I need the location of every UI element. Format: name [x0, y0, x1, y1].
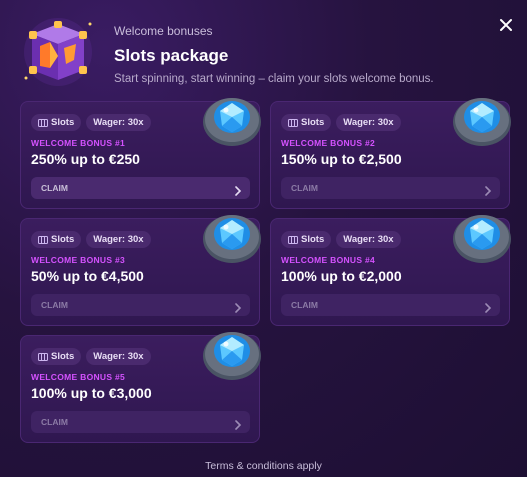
bonus-amount: 100% up to €2,000 [281, 268, 402, 284]
bonus-label: WELCOME BONUS #3 [31, 255, 126, 265]
blue-gem-icon [449, 86, 515, 152]
claim-button[interactable]: CLAIM [31, 294, 250, 316]
claim-label: CLAIM [41, 300, 68, 310]
bonus-label: WELCOME BONUS #1 [31, 138, 126, 148]
slots-tag: Slots [281, 114, 332, 131]
blue-gem-icon [449, 203, 515, 269]
slots-icon [38, 352, 48, 361]
chevron-right-icon [234, 417, 242, 430]
wager-tag: Wager: 30x [86, 114, 151, 131]
chevron-right-icon [484, 300, 492, 313]
bonus-card-1: Slots Wager: 30x WELCOME BONUS #1 250% u… [20, 98, 261, 209]
page-subtitle: Start spinning, start winning – claim yo… [114, 73, 434, 85]
bonus-label: WELCOME BONUS #5 [31, 372, 126, 382]
eyebrow-text: Welcome bonuses [114, 24, 213, 38]
chevron-right-icon [484, 183, 492, 196]
bonus-card-3: Slots Wager: 30x WELCOME BONUS #3 50% up… [20, 215, 261, 326]
blue-gem-icon [199, 320, 265, 386]
slots-icon [288, 118, 298, 127]
slots-tag-label: Slots [301, 234, 325, 245]
slots-tag: Slots [31, 231, 82, 248]
wager-tag: Wager: 30x [336, 231, 401, 248]
claim-button[interactable]: CLAIM [281, 177, 500, 199]
close-icon[interactable] [495, 14, 517, 36]
slots-tag-label: Slots [51, 117, 75, 128]
bonus-card-5: Slots Wager: 30x WELCOME BONUS #5 100% u… [20, 332, 261, 443]
claim-button[interactable]: CLAIM [31, 177, 250, 199]
terms-link[interactable]: Terms & conditions apply [0, 460, 527, 472]
slots-tag-label: Slots [301, 117, 325, 128]
claim-label: CLAIM [41, 183, 68, 193]
wager-tag: Wager: 30x [86, 348, 151, 365]
bonus-amount: 150% up to €2,500 [281, 151, 402, 167]
claim-button[interactable]: CLAIM [31, 411, 250, 433]
slots-tag: Slots [31, 348, 82, 365]
treasure-chest-icon [18, 16, 98, 88]
bonus-amount: 100% up to €3,000 [31, 385, 152, 401]
claim-label: CLAIM [41, 417, 68, 427]
page-title: Slots package [114, 46, 229, 65]
chevron-right-icon [234, 300, 242, 313]
bonus-card-4: Slots Wager: 30x WELCOME BONUS #4 100% u… [270, 215, 511, 326]
wager-tag: Wager: 30x [336, 114, 401, 131]
slots-tag: Slots [31, 114, 82, 131]
blue-gem-icon [199, 203, 265, 269]
slots-tag-label: Slots [51, 234, 75, 245]
header: Welcome bonuses Slots package Start spin… [114, 24, 434, 85]
slots-icon [38, 235, 48, 244]
bonus-label: WELCOME BONUS #2 [281, 138, 376, 148]
slots-icon [288, 235, 298, 244]
bonus-amount: 50% up to €4,500 [31, 268, 144, 284]
claim-button[interactable]: CLAIM [281, 294, 500, 316]
wager-tag: Wager: 30x [86, 231, 151, 248]
slots-tag-label: Slots [51, 351, 75, 362]
bonus-card-2: Slots Wager: 30x WELCOME BONUS #2 150% u… [270, 98, 511, 209]
blue-gem-icon [199, 86, 265, 152]
claim-label: CLAIM [291, 183, 318, 193]
bonus-amount: 250% up to €250 [31, 151, 140, 167]
chevron-right-icon [234, 183, 242, 196]
slots-icon [38, 118, 48, 127]
claim-label: CLAIM [291, 300, 318, 310]
welcome-bonus-modal: Welcome bonuses Slots package Start spin… [0, 0, 527, 477]
slots-tag: Slots [281, 231, 332, 248]
bonus-label: WELCOME BONUS #4 [281, 255, 376, 265]
